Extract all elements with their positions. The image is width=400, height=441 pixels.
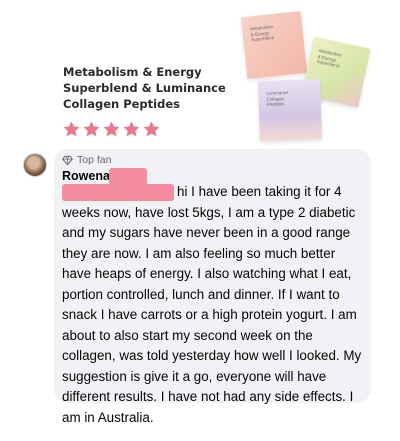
comment-author[interactable]: Rowena (62, 169, 110, 183)
star-rating (62, 120, 161, 139)
star-icon (63, 121, 80, 137)
star-icon (123, 121, 140, 137)
diamond-icon (62, 155, 73, 165)
star-icon (143, 121, 160, 137)
badge-label: Top fan (77, 154, 112, 166)
comment-text: hi I have been taking it for 4 weeks now… (62, 184, 362, 425)
top-fan-badge: Top fan (62, 154, 111, 166)
product-box-label: Metabolism & Energy Superblend (316, 48, 343, 69)
star-icon (103, 121, 120, 137)
product-box-collagen: Luminance Collagen Peptides (257, 78, 323, 142)
product-box-label: Metabolism & Energy Superblend (249, 24, 275, 43)
avatar[interactable] (23, 153, 47, 177)
star-icon (83, 121, 100, 137)
product-title: Metabolism & Energy Superblend & Luminan… (63, 65, 226, 111)
product-card: Metabolism & Energy Superblend Metabolis… (0, 0, 400, 150)
product-box-label: Luminance Collagen Peptides (266, 90, 289, 107)
